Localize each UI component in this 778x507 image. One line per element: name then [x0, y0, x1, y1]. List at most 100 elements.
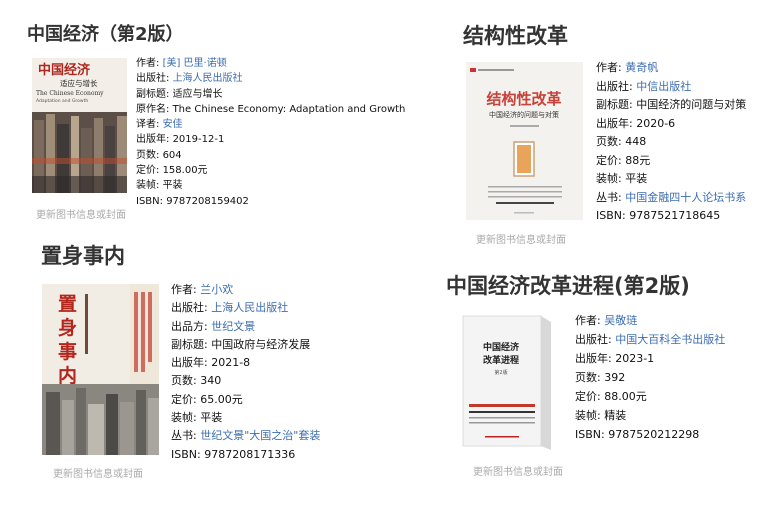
info-link[interactable]: 中信出版社	[636, 80, 691, 93]
info-label: 装帧:	[575, 409, 605, 422]
info-row: 页数: 340	[171, 372, 320, 390]
info-row: ISBN: 9787521718645	[596, 207, 746, 226]
info-row: 装帧: 平装	[596, 170, 746, 189]
info-value: 392	[604, 371, 626, 384]
info-label: 页数:	[596, 135, 626, 148]
info-row: 页数: 604	[136, 148, 405, 163]
info-row: 作者: 兰小欢	[171, 281, 320, 299]
info-link[interactable]: 上海人民出版社	[211, 301, 288, 314]
info-link[interactable]: 黄奇帆	[625, 61, 658, 74]
city-photo	[32, 112, 127, 193]
info-row: 作者: [美] 巴里·诺顿	[136, 56, 405, 71]
info-row: 出版年: 2020-6	[596, 115, 746, 134]
info-row: ISBN: 9787520212298	[575, 425, 725, 444]
info-label: 出版年:	[136, 134, 173, 146]
svg-text:内: 内	[58, 364, 77, 387]
info-label: 出品方:	[171, 319, 212, 333]
info-row: 页数: 392	[575, 368, 725, 387]
info-label: 页数:	[171, 374, 201, 388]
info-row: 出版社: 上海人民出版社	[171, 299, 320, 317]
book-cover[interactable]: 结构性改革 中国经济的问题与对策	[466, 62, 583, 220]
book-title[interactable]: 中国经济（第2版）	[27, 20, 184, 46]
book-info: 作者: [美] 巴里·诺顿 出版社: 上海人民出版社 副标题: 适应与增长 原作名: …	[136, 56, 405, 209]
cover-title-text: 中国经济	[483, 341, 520, 353]
info-link[interactable]: 世纪文景"大国之治"套装	[200, 429, 320, 442]
info-value: 448	[625, 135, 647, 148]
info-value: 340	[200, 374, 222, 388]
door-icon	[513, 141, 535, 177]
info-label: 页数:	[575, 371, 605, 384]
info-row: 作者: 黄奇帆	[596, 59, 746, 78]
info-label: 译者:	[136, 119, 163, 131]
info-value: 88元	[625, 153, 651, 167]
info-label: 出版年:	[575, 352, 616, 365]
info-value: 精装	[604, 409, 627, 422]
info-value: 9787208159402	[166, 195, 249, 207]
book-title[interactable]: 置身事内	[41, 240, 125, 270]
info-link[interactable]: 中国金融四十人论坛书系	[625, 191, 746, 204]
info-row: 副标题: 中国经济的问题与对策	[596, 96, 746, 115]
info-row: 出版年: 2021-8	[171, 354, 320, 372]
info-label: 副标题:	[171, 337, 212, 351]
cover-english-text: The Chinese Economy	[36, 90, 104, 97]
info-link[interactable]: 中国大百科全书出版社	[615, 333, 725, 346]
svg-text:事: 事	[58, 340, 77, 363]
info-row: ISBN: 9787208171336	[171, 446, 320, 464]
info-label: 作者:	[596, 61, 626, 74]
book-cover[interactable]: 中国经济 改革进程 第2版	[455, 312, 559, 450]
info-label: ISBN:	[136, 195, 167, 207]
info-label: 副标题:	[596, 98, 637, 111]
cover-art: 置 身 事 内	[42, 284, 159, 455]
info-row: 装帧: 平装	[136, 178, 405, 193]
cover-english-sub-text: Adaptation and Growth	[36, 98, 88, 104]
info-row: 出版社: 中信出版社	[596, 78, 746, 97]
info-row: 出版年: 2023-1	[575, 349, 725, 368]
info-label: 装帧:	[596, 172, 626, 185]
city-photo	[42, 384, 159, 455]
info-link[interactable]: 吴敬琏	[604, 314, 637, 327]
info-label: 定价:	[171, 392, 201, 406]
cover-subtitle-text: 中国经济的问题与对策	[489, 110, 559, 119]
info-row: 装帧: 平装	[171, 409, 320, 427]
cover-subtitle-text: 适应与增长	[60, 78, 98, 88]
info-row: 出版社: 中国大百科全书出版社	[575, 330, 725, 349]
info-link[interactable]: 兰小欢	[200, 283, 233, 296]
info-label: 出版社:	[171, 301, 212, 315]
info-value: 适应与增长	[172, 88, 223, 100]
info-value: 2019-12-1	[172, 134, 225, 146]
update-book-info-link[interactable]: 更新图书信息或封面	[476, 231, 566, 246]
info-row: 定价: 158.00元	[136, 163, 405, 178]
info-link[interactable]: 上海人民出版社	[173, 73, 243, 84]
info-value: 65.00元	[200, 392, 243, 406]
info-link[interactable]: 世纪文景	[211, 320, 255, 333]
info-link[interactable]: 安佳	[163, 119, 183, 130]
book-title[interactable]: 结构性改革	[463, 20, 568, 50]
info-value: 2023-1	[615, 352, 655, 365]
info-label: ISBN:	[596, 209, 630, 222]
info-row: 定价: 88.00元	[575, 387, 725, 406]
update-book-info-link[interactable]: 更新图书信息或封面	[473, 463, 563, 478]
book-info: 作者: 吴敬琏 出版社: 中国大百科全书出版社 出版年: 2023-1 页数: 392…	[575, 311, 725, 444]
info-row: 定价: 65.00元	[171, 391, 320, 409]
cover-art: 中国经济 改革进程 第2版	[455, 312, 559, 450]
book-title[interactable]: 中国经济改革进程(第2版)	[446, 270, 690, 300]
svg-text:置: 置	[58, 293, 77, 315]
info-label: 出版年:	[596, 116, 637, 130]
book-cover[interactable]: 置 身 事 内	[42, 284, 159, 455]
update-book-info-link[interactable]: 更新图书信息或封面	[53, 465, 143, 480]
info-label: 副标题:	[136, 88, 173, 100]
info-row: 出品方: 世纪文景	[171, 318, 320, 336]
info-label: 原作名:	[136, 103, 173, 115]
info-row: 副标题: 适应与增长	[136, 87, 405, 102]
info-value: 平装	[162, 180, 183, 192]
info-value: 2020-6	[636, 116, 676, 130]
book-cover[interactable]: 中国经济 适应与增长 The Chinese Economy Adaptatio…	[32, 58, 127, 193]
info-row: 副标题: 中国政府与经济发展	[171, 336, 320, 354]
book-info: 作者: 黄奇帆 出版社: 中信出版社 副标题: 中国经济的问题与对策 出版年: 202…	[596, 59, 746, 226]
info-value: The Chinese Economy: Adaptation and Grow…	[172, 103, 406, 115]
info-value: 9787521718645	[629, 209, 721, 222]
info-value: 604	[162, 149, 182, 161]
info-link[interactable]: [美] 巴里·诺顿	[163, 58, 227, 69]
info-label: 定价:	[596, 153, 626, 167]
update-book-info-link[interactable]: 更新图书信息或封面	[36, 206, 126, 221]
